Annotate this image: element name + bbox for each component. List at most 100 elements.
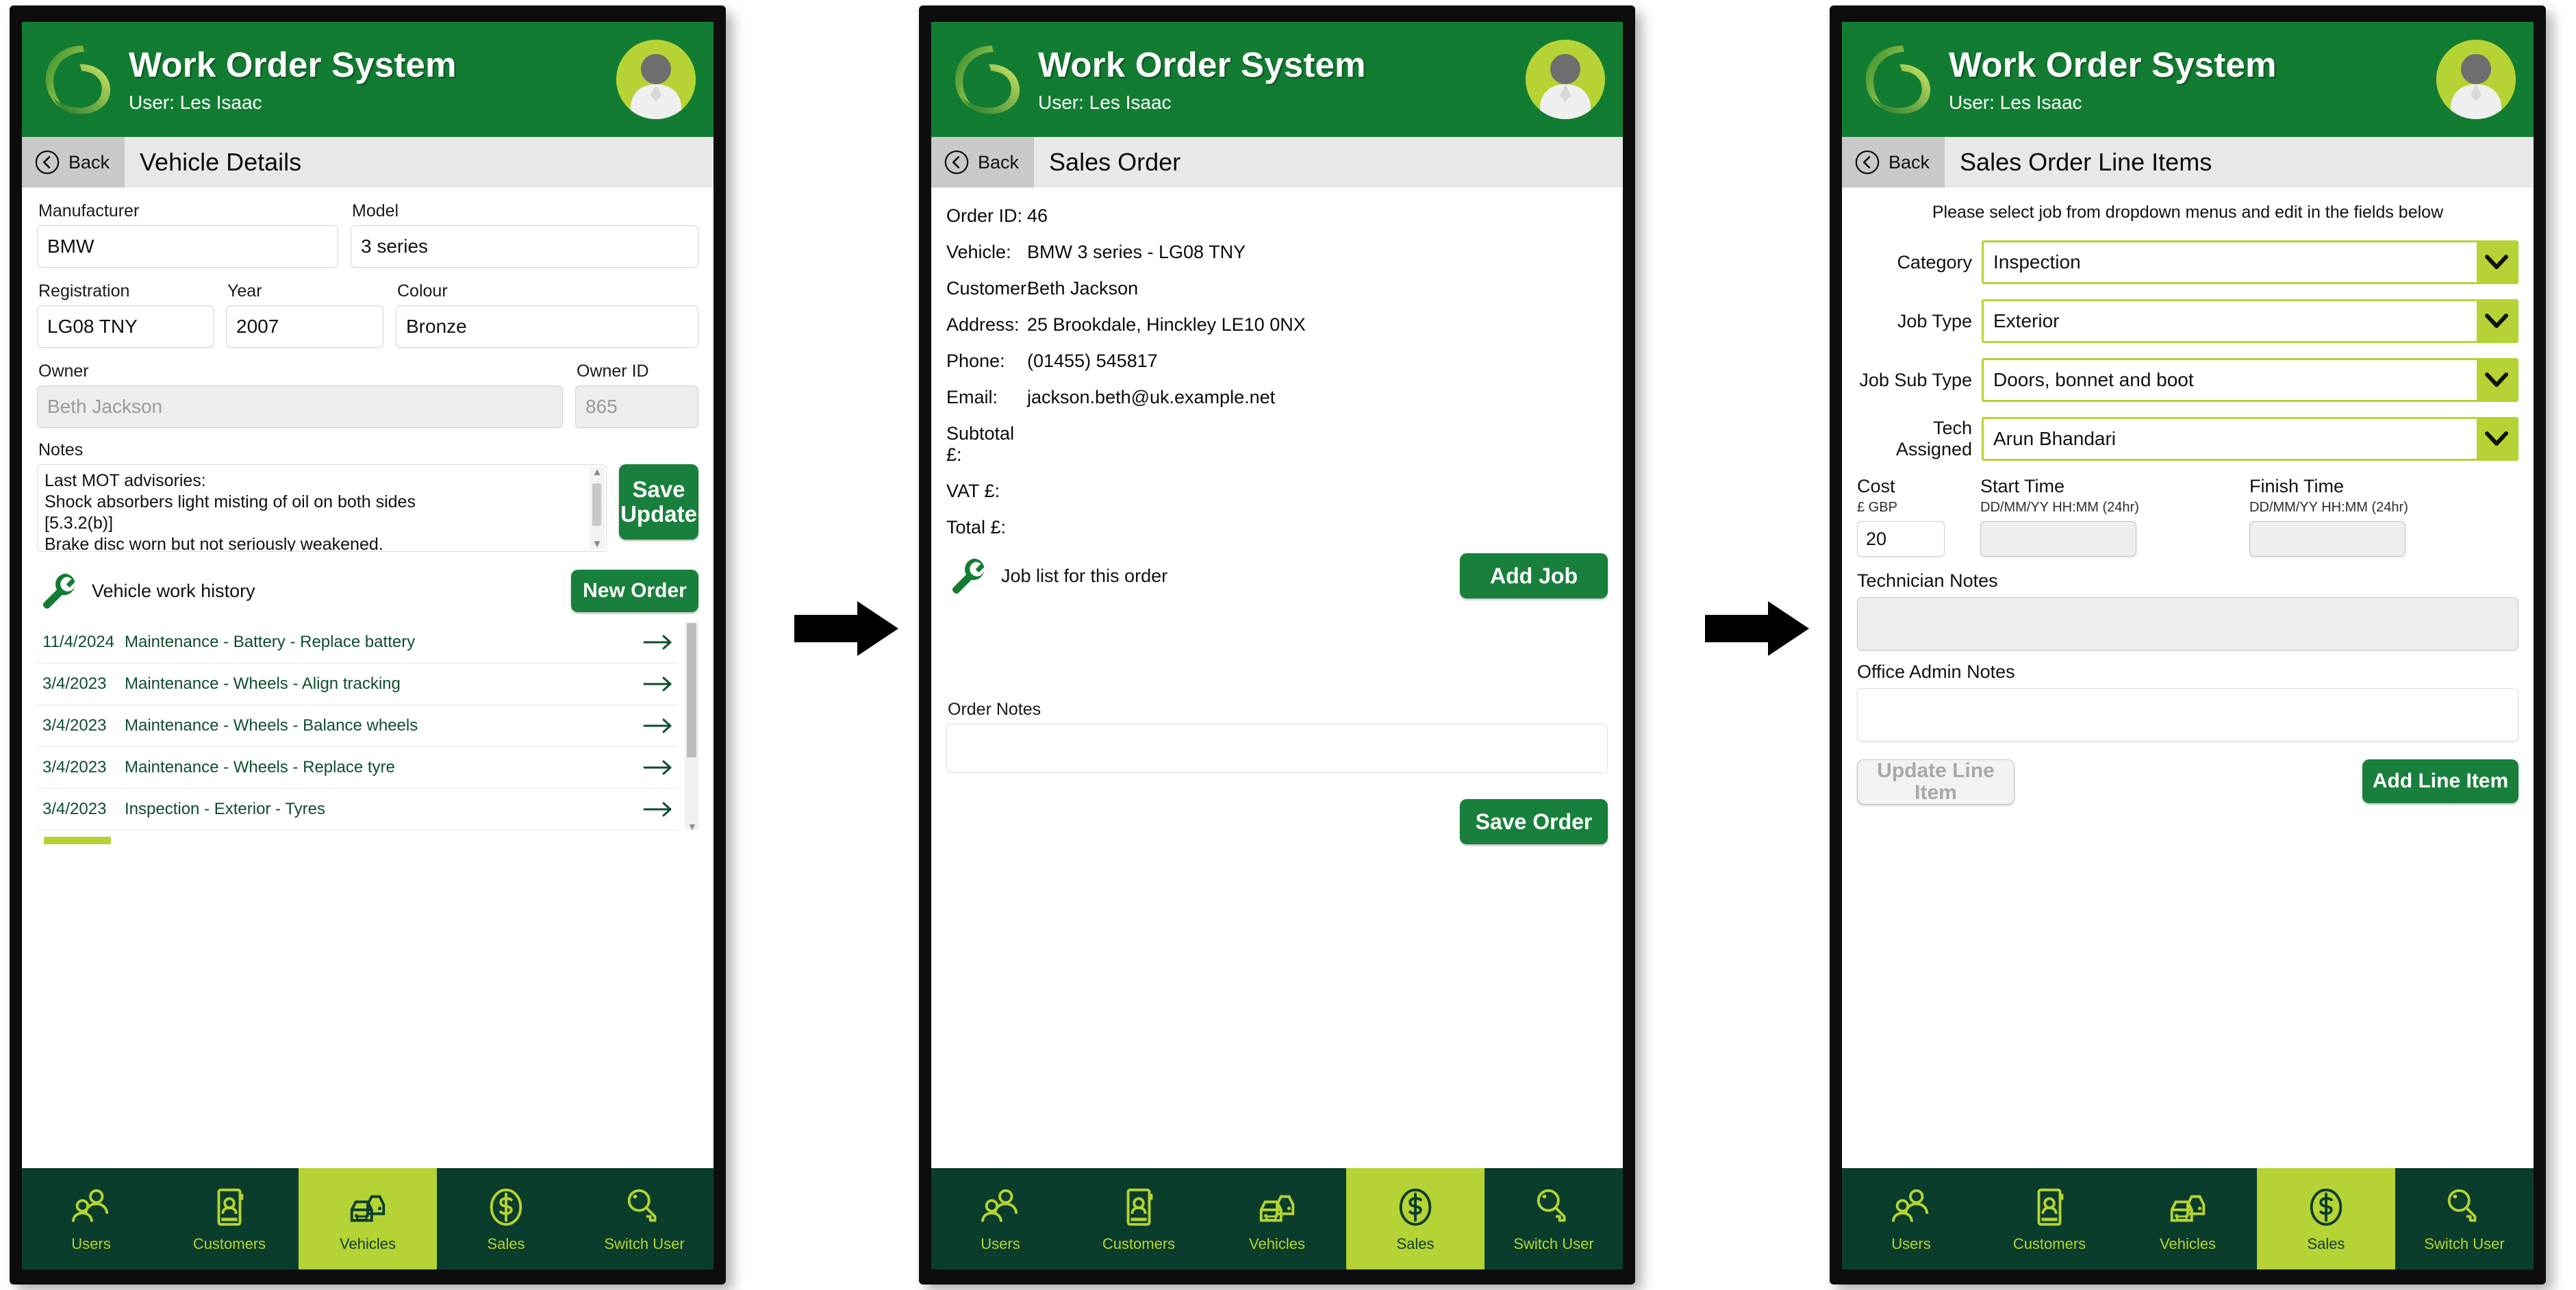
owner-id-input[interactable]: 865 — [575, 385, 698, 428]
chevron-left-circle-icon — [34, 149, 60, 175]
arrow-right-icon[interactable] — [640, 717, 678, 735]
nav-item-sales[interactable]: Sales — [437, 1168, 575, 1269]
chevron-left-circle-icon — [1854, 149, 1880, 175]
order-detail-row: Subtotal £: — [946, 423, 1608, 466]
history-job: Inspection - Exterior - Tyres — [125, 800, 325, 818]
nav-item-vehicles[interactable]: Vehicles — [2119, 1168, 2257, 1269]
category-select[interactable]: Inspection — [1982, 240, 2518, 284]
detail-value: 46 — [1027, 205, 1048, 226]
table-row[interactable]: 11/4/2024 Maintenance - Battery - Replac… — [37, 622, 678, 663]
screen-sales-order: Work Order System User: Les Isaac Back S… — [931, 22, 1623, 1269]
nav-item-switch-user[interactable]: Switch User — [1485, 1168, 1623, 1269]
start-time-input[interactable] — [1980, 521, 2136, 557]
scroll-down-icon[interactable]: ▼ — [592, 539, 603, 549]
finish-time-input[interactable] — [2249, 521, 2405, 557]
order-detail-row: Email: jackson.beth@uk.example.net — [946, 387, 1608, 408]
chevron-down-icon[interactable] — [2477, 242, 2516, 282]
nav-item-vehicles[interactable]: Vehicles — [299, 1168, 437, 1269]
chevron-down-icon[interactable] — [2477, 360, 2516, 400]
arrow-right-icon[interactable] — [640, 800, 678, 818]
scrollbar-thumb[interactable] — [592, 483, 601, 526]
back-label: Back — [68, 151, 110, 173]
chevron-down-icon[interactable] — [2477, 301, 2516, 341]
panel1-body: Manufacturer BMW Model 3 series Registra… — [22, 188, 714, 1168]
scroll-down-icon[interactable]: ▼ — [687, 822, 697, 831]
order-notes-textarea[interactable] — [946, 724, 1608, 773]
key-icon — [623, 1186, 666, 1228]
table-row[interactable]: 3/4/2023 Maintenance - Wheels - Replace … — [37, 747, 678, 789]
app-header: Work Order System User: Les Isaac — [931, 22, 1623, 137]
model-input[interactable]: 3 series — [351, 225, 698, 268]
chevron-down-icon[interactable] — [2477, 419, 2516, 459]
history-job: Maintenance - Battery - Replace battery — [125, 633, 416, 651]
page-title: Vehicle Details — [140, 148, 302, 176]
back-button[interactable]: Back — [931, 137, 1035, 188]
app-header: Work Order System User: Les Isaac — [1842, 22, 2534, 137]
add-line-item-button[interactable]: Add Line Item — [2362, 759, 2518, 803]
flow-arrow-2-icon — [1705, 597, 1815, 660]
owner-input[interactable]: Beth Jackson — [37, 385, 563, 428]
save-order-button[interactable]: Save Order — [1460, 799, 1608, 844]
avatar — [1526, 40, 1605, 119]
avatar — [2436, 40, 2516, 119]
detail-key: Total £: — [946, 517, 1007, 538]
avatar — [616, 40, 696, 119]
notes-scrollbar[interactable]: ▲ ▼ — [590, 467, 605, 549]
chevron-left-circle-icon — [944, 149, 970, 175]
nav-item-customers[interactable]: Customers — [1980, 1168, 2119, 1269]
nav-item-users[interactable]: Users — [931, 1168, 1070, 1269]
dropdown-row-category: Category Inspection — [1857, 240, 2518, 284]
app-header-text: Work Order System User: Les Isaac — [1038, 47, 1526, 112]
arrow-right-icon[interactable] — [640, 759, 678, 776]
job-sub-type-label: Job Sub Type — [1859, 369, 1972, 390]
three-panel-walkthrough: Work Order System User: Les Isaac Back V… — [0, 0, 2576, 1290]
nav-item-switch-user[interactable]: Switch User — [2395, 1168, 2534, 1269]
save-update-button[interactable]: Save Update — [619, 464, 698, 540]
office-admin-notes-textarea[interactable] — [1857, 688, 2518, 742]
scroll-up-icon[interactable]: ▲ — [592, 467, 603, 477]
nav-item-users[interactable]: Users — [22, 1168, 160, 1269]
nav-item-sales[interactable]: Sales — [1346, 1168, 1485, 1269]
job-sub-type-select[interactable]: Doors, bonnet and boot — [1982, 358, 2518, 402]
nav-item-sales[interactable]: Sales — [2257, 1168, 2395, 1269]
users-icon — [979, 1186, 1022, 1228]
nav-item-customers[interactable]: Customers — [160, 1168, 299, 1269]
save-update-line2: Update — [620, 501, 697, 527]
manufacturer-input[interactable]: BMW — [37, 225, 338, 268]
add-job-button[interactable]: Add Job — [1460, 553, 1608, 598]
nav-label: Users — [71, 1235, 111, 1252]
detail-key: Vehicle: — [946, 242, 1011, 262]
history-rows: 11/4/2024 Maintenance - Battery - Replac… — [37, 622, 678, 831]
table-row[interactable]: 3/4/2023 Maintenance - Wheels - Balance … — [37, 705, 678, 747]
tech-assigned-select[interactable]: Arun Bhandari — [1982, 417, 2518, 461]
colour-input[interactable]: Bronze — [396, 305, 698, 348]
table-row[interactable]: 3/4/2023 Maintenance - Wheels - Align tr… — [37, 663, 678, 705]
nav-item-users[interactable]: Users — [1842, 1168, 1980, 1269]
nav-item-vehicles[interactable]: Vehicles — [1208, 1168, 1346, 1269]
new-order-button[interactable]: New Order — [571, 570, 698, 612]
sub-header-bar: Back Vehicle Details — [22, 137, 714, 188]
back-button[interactable]: Back — [22, 137, 125, 188]
technician-notes-textarea[interactable] — [1857, 597, 2518, 650]
nav-item-customers[interactable]: Customers — [1070, 1168, 1208, 1269]
nav-item-switch-user[interactable]: Switch User — [575, 1168, 714, 1269]
update-line-item-button[interactable]: Update Line Item — [1857, 759, 2015, 805]
history-scrollbar[interactable]: ▲ ▼ — [685, 620, 698, 831]
category-value: Inspection — [1993, 251, 2081, 273]
year-input[interactable]: 2007 — [226, 305, 383, 348]
job-sub-type-value: Doors, bonnet and boot — [1993, 369, 2194, 390]
tech-assigned-label: Tech Assigned — [1895, 418, 1972, 459]
work-history-title: Vehicle work history — [92, 580, 255, 601]
back-button[interactable]: Back — [1842, 137, 1945, 188]
arrow-right-icon[interactable] — [640, 675, 678, 693]
arrow-right-icon[interactable] — [640, 633, 678, 651]
registration-input[interactable]: LG08 TNY — [37, 305, 214, 348]
start-time-hint: DD/MM/YY HH:MM (24hr) — [1980, 500, 2139, 515]
table-row[interactable]: 3/4/2023 Inspection - Exterior - Tyres — [37, 789, 678, 831]
scrollbar-thumb[interactable] — [687, 623, 696, 757]
notes-textarea[interactable]: Last MOT advisories: Shock absorbers lig… — [37, 464, 607, 552]
job-type-select[interactable]: Exterior — [1982, 299, 2518, 343]
nav-label: Switch User — [1513, 1235, 1594, 1252]
nav-label: Users — [981, 1235, 1020, 1252]
cost-input[interactable]: 20 — [1857, 521, 1945, 557]
